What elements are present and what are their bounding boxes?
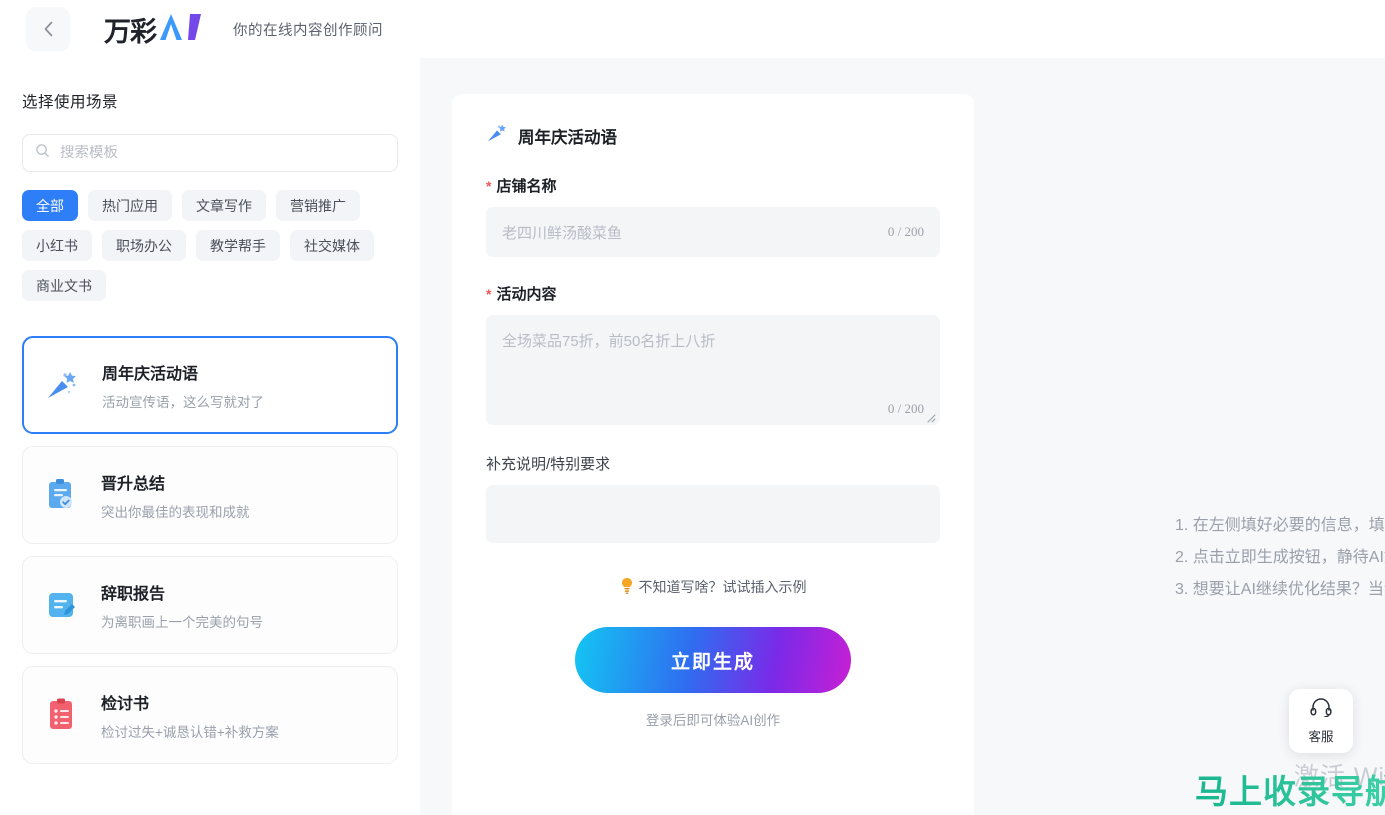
brand-ai-mark [159,12,207,47]
search-icon [35,143,50,163]
party-popper-icon [42,365,82,405]
template-name: 周年庆活动语 [102,365,199,383]
template-text: 辞职报告 为离职画上一个完美的句号 [101,580,263,631]
shop-name-placeholder: 老四川鲜汤酸菜鱼 [502,224,623,242]
step-item: 1. 在左侧填好必要的信息，填写越详细，结果越准 [1175,517,1385,534]
step-item: 3. 想要让AI继续优化结果？当然没问题，这个功能 [1175,581,1385,598]
lightbulb-icon [620,577,634,597]
generate-subtext: 登录后即可体验AI创作 [645,713,781,728]
chip-all[interactable]: 全部 [22,190,78,221]
shop-name-counter: 0 / 200 [887,224,924,239]
activity-content-counter: 0 / 200 [887,401,924,416]
template-text: 晋升总结 突出你最佳的表现和成就 [101,470,250,521]
field-label-activity-content: * 活动内容 [486,283,940,304]
template-card-resignation[interactable]: 辞职报告 为离职画上一个完美的句号 [22,556,398,654]
chip-marketing[interactable]: 营销推广 [276,190,360,221]
template-list[interactable]: 清晰新政策、推动新目标 周年庆活动语 活动宣传语，这么写就对了 [0,328,420,815]
category-chip-group: 全部 热门应用 文章写作 营销推广 小红书 职场办公 教学帮手 社交媒体 商业文… [22,190,398,301]
brand-name-cn: 万彩 [104,16,157,48]
search-box[interactable] [22,134,398,172]
chip-article-writing[interactable]: 文章写作 [182,190,266,221]
field-label-text: 补充说明/特别要求 [486,456,611,473]
party-popper-icon [486,122,508,149]
generate-button[interactable]: 立即生成 [575,627,851,693]
app-root: 万彩 你的在线内容创作顾问 选择使用场景 搜索模板 全部 热门应用 文章写作 营… [0,0,1385,815]
insert-example-text: 不知道写啥？试试插入示例 [638,579,807,595]
field-label-shop-name: * 店铺名称 [486,175,940,196]
insert-example-hint[interactable]: 不知道写啥？试试插入示例 [486,577,940,597]
brand-logo[interactable]: 万彩 [104,10,207,49]
template-name: 检讨书 [101,695,150,713]
activity-content-textarea[interactable]: 全场菜品75折，前50名折上八折 0 / 200 [486,315,940,425]
template-card-promotion-summary[interactable]: 晋升总结 突出你最佳的表现和成就 [22,446,398,544]
customer-service-label: 客服 [1308,730,1334,744]
back-button[interactable] [26,7,70,51]
template-card-self-criticism[interactable]: 检讨书 检讨过失+诚恳认错+补救方案 [22,666,398,764]
document-pen-icon [41,585,81,625]
template-card-anniversary[interactable]: 周年庆活动语 活动宣传语，这么写就对了 [22,336,398,434]
header-tagline: 你的在线内容创作顾问 [233,22,383,39]
empty-heading-line1: AI创作结果会在显示这里 [1300,443,1385,477]
generation-form: 周年庆活动语 * 店铺名称 老四川鲜汤酸菜鱼 0 / 200 * 活动内容 全场… [452,94,974,815]
shop-name-input[interactable]: 老四川鲜汤酸菜鱼 0 / 200 [486,207,940,257]
required-mark: * [486,285,492,302]
extra-notes-textarea[interactable] [486,485,940,543]
empty-state-steps: 1. 在左侧填好必要的信息，填写越详细，结果越准 2. 点击立即生成按钮，静待A… [1175,510,1385,606]
sidebar: 选择使用场景 全部 热门应用 文章写作 营销推广 小红书 职场办公 教学帮手 社… [0,58,420,815]
activity-content-placeholder: 全场菜品75折，前50名折上八折 [502,333,716,350]
headset-icon [1310,697,1332,722]
field-label-extra-notes: 补充说明/特别要求 [486,453,940,474]
step-item: 2. 点击立即生成按钮，静待AI妙笔生花，一般在1分 [1175,549,1385,566]
field-label-text: 店铺名称 [496,178,557,195]
field-label-text: 活动内容 [496,286,557,303]
clipboard-check-icon [41,475,81,515]
chip-workplace[interactable]: 职场办公 [102,230,186,261]
checklist-red-icon [41,695,81,735]
form-title: 周年庆活动语 [486,122,940,149]
template-desc: 检讨过失+诚恳认错+补救方案 [101,724,279,740]
required-mark: * [486,177,492,194]
template-name: 辞职报告 [101,585,166,603]
sidebar-title: 选择使用场景 [22,94,119,111]
chevron-left-icon [41,19,56,39]
chip-xiaohongshu[interactable]: 小红书 [22,230,92,261]
customer-service-button[interactable]: 客服 [1289,689,1353,753]
main-content: 周年庆活动语 * 店铺名称 老四川鲜汤酸菜鱼 0 / 200 * 活动内容 全场… [420,58,1385,815]
empty-state-heading: AI创作结果会在显示这里 现在，你只需要 [1300,443,1385,511]
resize-handle-icon[interactable] [924,410,936,423]
chip-hot-apps[interactable]: 热门应用 [88,190,172,221]
template-text: 检讨书 检讨过失+诚恳认错+补救方案 [101,690,279,741]
template-desc: 突出你最佳的表现和成就 [101,504,250,520]
form-title-text: 周年庆活动语 [518,128,617,147]
app-header: 万彩 你的在线内容创作顾问 [0,0,1385,58]
template-desc: 为离职画上一个完美的句号 [101,614,263,630]
template-text: 周年庆活动语 活动宣传语，这么写就对了 [102,360,264,411]
template-name: 晋升总结 [101,475,166,493]
chip-teaching[interactable]: 教学帮手 [196,230,280,261]
empty-heading-line2: 现在，你只需要 [1300,477,1385,511]
template-desc: 活动宣传语，这么写就对了 [102,394,264,410]
search-input[interactable] [60,145,385,161]
chip-social-media[interactable]: 社交媒体 [290,230,374,261]
chip-business-docs[interactable]: 商业文书 [22,270,106,301]
